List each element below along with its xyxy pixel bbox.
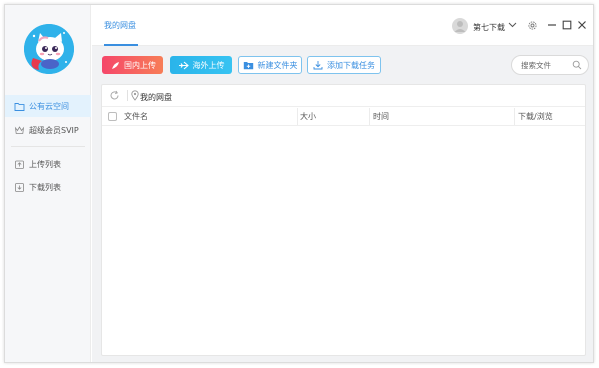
user-avatar[interactable] [452, 18, 468, 34]
domestic-upload-button[interactable]: 国内上传 [102, 56, 163, 74]
column-divider [297, 108, 298, 125]
add-download-task-label: 添加下载任务 [327, 60, 375, 70]
overseas-upload-button[interactable]: 海外上传 [170, 56, 232, 74]
sidebar-item-label: 下载列表 [29, 182, 61, 192]
upload-icon [14, 159, 25, 170]
refresh-icon[interactable] [109, 90, 120, 103]
breadcrumb-divider [127, 90, 128, 101]
sidebar: 公有云空间 超级会员SVIP 上传列表 下载列表 [5, 5, 91, 362]
download-icon [14, 182, 25, 193]
avatar[interactable] [24, 24, 74, 74]
settings-gear-icon[interactable] [526, 19, 538, 31]
breadcrumb: 我的网盘 [102, 85, 585, 107]
column-header-filename[interactable]: 文件名 [124, 107, 148, 126]
chevron-down-icon[interactable] [508, 21, 517, 31]
column-header-size[interactable]: 大小 [300, 107, 316, 126]
tab-active-indicator [104, 44, 138, 46]
breadcrumb-current[interactable]: 我的网盘 [140, 92, 172, 103]
sidebar-item-svip[interactable]: 超级会员SVIP [5, 119, 91, 141]
domestic-upload-label: 国内上传 [124, 60, 156, 70]
search-input[interactable] [521, 59, 573, 71]
sidebar-item-label: 超级会员SVIP [29, 125, 79, 135]
location-pin-icon [131, 90, 139, 103]
plane-icon [178, 61, 189, 70]
sidebar-divider [11, 146, 85, 147]
add-download-task-button[interactable]: 添加下载任务 [307, 56, 381, 74]
top-bar: 我的网盘 第七下载 [92, 5, 593, 46]
new-folder-button[interactable]: 新建文件夹 [238, 56, 302, 74]
tab-my-disk[interactable]: 我的网盘 [104, 20, 136, 31]
folder-icon [14, 101, 25, 112]
close-icon[interactable] [576, 19, 588, 31]
column-header-time[interactable]: 时间 [373, 107, 389, 126]
table-header: 文件名 大小 时间 下载/浏览 [102, 107, 585, 126]
sidebar-item-label: 上传列表 [29, 159, 61, 169]
column-divider [369, 108, 370, 125]
rocket-icon [109, 61, 120, 70]
file-panel: 我的网盘 文件名 大小 时间 下载/浏览 [101, 84, 586, 356]
crown-icon [14, 125, 25, 136]
sidebar-item-public-cloud[interactable]: 公有云空间 [5, 95, 91, 117]
select-all-checkbox[interactable] [108, 112, 117, 121]
maximize-icon[interactable] [561, 19, 573, 31]
main-area: 我的网盘 第七下载 国内上传 海外上传 新建文件夹 添加下载任务 搜索文件 我的… [92, 5, 593, 362]
new-folder-icon [243, 61, 254, 70]
minimize-icon[interactable] [546, 19, 558, 31]
app-window: 公有云空间 超级会员SVIP 上传列表 下载列表 我的网盘 第七下载 国内上传 … [4, 4, 594, 363]
overseas-upload-label: 海外上传 [192, 60, 225, 70]
sidebar-item-upload-list[interactable]: 上传列表 [5, 153, 91, 175]
column-header-download-browse[interactable]: 下载/浏览 [518, 107, 553, 126]
new-folder-label: 新建文件夹 [257, 60, 298, 70]
column-divider [514, 108, 515, 125]
search-icon[interactable] [572, 60, 582, 72]
download-task-icon [313, 60, 323, 70]
user-name[interactable]: 第七下载 [473, 22, 505, 33]
sidebar-item-label: 公有云空间 [29, 101, 69, 111]
search-box[interactable] [511, 55, 589, 75]
sidebar-item-download-list[interactable]: 下载列表 [5, 176, 91, 198]
